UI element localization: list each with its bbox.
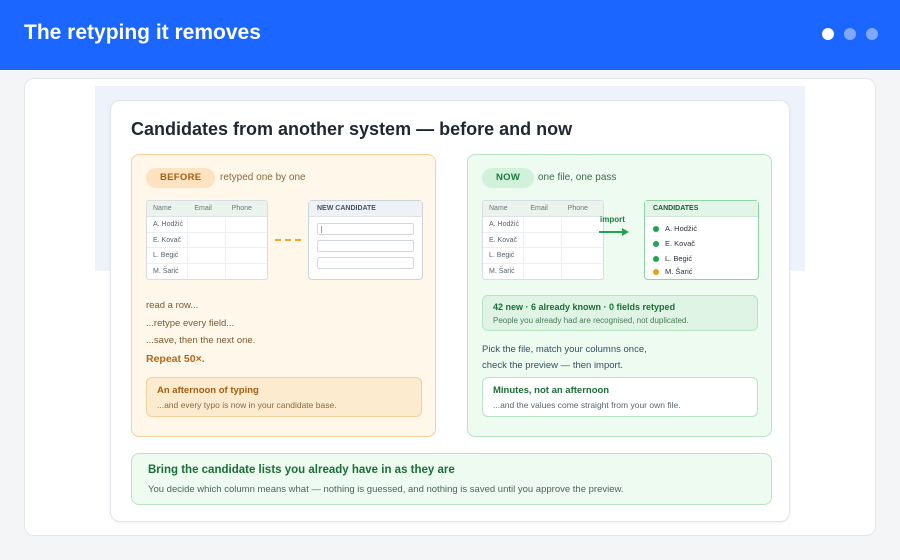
card-title: Candidates from another system — before … [131, 119, 573, 139]
stats-title: 42 new · 6 already known · 0 fields rety… [493, 302, 676, 312]
now-caption: one file, one pass [538, 172, 617, 183]
import-stats: 42 new · 6 already known · 0 fields rety… [482, 295, 758, 331]
row-phone [226, 217, 267, 232]
now-panel: NOW one file, one pass Name Email Phone … [467, 154, 772, 437]
row-email [188, 248, 226, 263]
row-phone [562, 233, 603, 248]
header-bar: The retyping it removes [0, 0, 900, 70]
arrow-right-icon [599, 228, 629, 236]
row-email [524, 263, 562, 279]
text-caret [321, 226, 322, 233]
row-name: E. Kovač [147, 232, 189, 247]
source-table-now: Name Email Phone A. Hodžić E. Kovač L. B… [482, 200, 604, 280]
candidates-list: CANDIDATES A. Hodžić E. Kovač L. Begić M… [644, 200, 759, 280]
note-title: An afternoon of typing [157, 385, 259, 396]
now-steps: Pick the file, match your columns once, … [482, 342, 647, 373]
row-email [524, 248, 562, 263]
footer-callout: Bring the candidate lists you already ha… [131, 453, 772, 505]
row-email [188, 263, 226, 279]
step-line: Pick the file, match your columns once, [482, 344, 647, 355]
step-line: ...save, then the next one. [146, 335, 256, 346]
now-pill: NOW [482, 168, 535, 188]
row-name: A. Hodžić [483, 217, 525, 232]
row-email [188, 232, 226, 247]
new-candidate-form: NEW CANDIDATE [308, 200, 423, 280]
source-table-before: Name Email Phone A. Hodžić E. Kovač L. B… [146, 200, 268, 280]
candidate-item: A. Hodžić [645, 221, 758, 236]
candidate-item: L. Begić [645, 251, 758, 266]
row-name: L. Begić [147, 248, 189, 263]
status-dot-icon [653, 240, 659, 247]
candidates-title: CANDIDATES [645, 201, 758, 217]
column-phone: Phone [231, 205, 252, 212]
note-text: ...and the values come straight from you… [493, 400, 681, 410]
form-field[interactable] [317, 223, 414, 235]
footer-text: You decide which column means what — not… [148, 484, 624, 495]
row-phone [226, 233, 267, 248]
column-name: Name [489, 205, 508, 212]
row-name: L. Begić [483, 248, 525, 263]
column-email: Email [194, 205, 212, 212]
candidate-item: M. Šarić [645, 266, 758, 277]
before-steps: read a row... ...retype every field... .… [146, 297, 255, 350]
status-dot-icon [653, 268, 659, 275]
candidate-name: L. Begić [665, 254, 693, 263]
table-row: M. Šarić [483, 263, 603, 280]
row-phone [562, 248, 603, 263]
import-label: import [600, 215, 625, 224]
slide-dot-3[interactable] [866, 28, 878, 40]
footer-title: Bring the candidate lists you already ha… [148, 464, 455, 476]
before-caption: retyped one by one [220, 172, 306, 183]
form-field[interactable] [317, 257, 414, 269]
table-row: A. Hodžić [483, 217, 603, 233]
note-text: ...and every typo is now in your candida… [157, 400, 337, 410]
table-row: L. Begić [147, 248, 267, 264]
column-name: Name [153, 205, 172, 212]
row-phone [226, 264, 267, 280]
row-name: E. Kovač [483, 232, 525, 247]
slide-dot-1[interactable] [822, 28, 834, 40]
table-row: L. Begić [483, 248, 603, 264]
form-field[interactable] [317, 240, 414, 252]
row-email [524, 232, 562, 247]
table-row: E. Kovač [147, 232, 267, 248]
before-pill: BEFORE [146, 168, 216, 188]
row-phone [562, 217, 603, 232]
candidate-name: A. Hodžić [665, 224, 698, 233]
candidate-name: E. Kovač [665, 239, 696, 248]
slide-dots [822, 28, 878, 40]
row-email [524, 217, 562, 232]
table-header: Name Email Phone [483, 201, 603, 217]
table-row: E. Kovač [483, 232, 603, 248]
stats-text: People you already had are recognised, n… [493, 316, 689, 325]
row-email [188, 217, 226, 232]
step-line: check the preview — then import. [482, 359, 623, 371]
table-header: Name Email Phone [147, 201, 267, 217]
row-phone [562, 264, 603, 280]
status-dot-icon [653, 255, 659, 262]
before-note: An afternoon of typing ...and every typo… [146, 377, 422, 417]
table-row: M. Šarić [147, 263, 267, 280]
candidate-item: E. Kovač [645, 236, 758, 251]
step-line: ...retype every field... [146, 317, 235, 329]
comparison-card: Candidates from another system — before … [110, 100, 790, 522]
row-name: M. Šarić [483, 263, 525, 279]
row-phone [226, 248, 267, 263]
column-email: Email [530, 205, 548, 212]
before-panel: BEFORE retyped one by one Name Email Pho… [131, 154, 436, 437]
row-name: M. Šarić [147, 263, 189, 279]
repeat-text: Repeat 50×. [146, 353, 205, 365]
retype-connector [275, 239, 301, 241]
slide-dot-2[interactable] [844, 28, 856, 40]
note-title: Minutes, not an afternoon [493, 385, 610, 396]
column-phone: Phone [567, 205, 588, 212]
status-dot-icon [653, 225, 659, 232]
table-row: A. Hodžić [147, 217, 267, 233]
now-note: Minutes, not an afternoon ...and the val… [482, 377, 758, 417]
candidate-name: M. Šarić [665, 267, 693, 276]
header-title: The retyping it removes [24, 21, 261, 44]
row-name: A. Hodžić [147, 217, 189, 232]
step-line: read a row... [146, 300, 199, 311]
form-title: NEW CANDIDATE [309, 201, 422, 217]
